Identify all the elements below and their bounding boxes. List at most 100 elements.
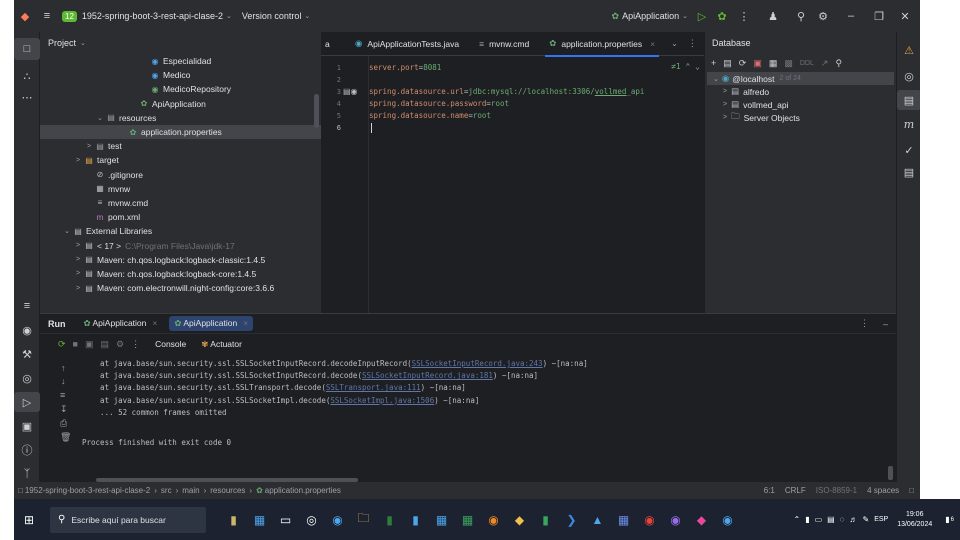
firefox-icon[interactable]: ◉: [482, 509, 505, 531]
scroll-down-icon[interactable]: ↓: [61, 376, 66, 386]
tree-item[interactable]: > ▤ test: [40, 139, 321, 153]
run-tool-icon[interactable]: ◎: [14, 368, 40, 388]
tree-item[interactable]: ≡ mvnw.cmd: [40, 196, 321, 210]
scroll-end-icon[interactable]: ↧: [60, 404, 68, 415]
source-link[interactable]: SSLSocketInputRecord.java:181: [362, 371, 493, 380]
tray-chevron-icon[interactable]: ⌃: [793, 515, 800, 524]
breadcrumb-item[interactable]: main: [182, 486, 199, 495]
git-tool-icon[interactable]: ᛉ: [14, 464, 40, 484]
office-icon[interactable]: ▮: [222, 509, 245, 531]
indent-setting[interactable]: 4 spaces: [867, 486, 899, 495]
search-icon[interactable]: ⚲: [790, 10, 812, 23]
chevron-right-icon[interactable]: >: [84, 143, 94, 150]
tree-item[interactable]: ◉ Especialidad: [40, 54, 321, 68]
network-icon[interactable]: ▤: [827, 515, 835, 524]
ddl-button[interactable]: DDL: [800, 60, 814, 67]
breadcrumb-item[interactable]: resources: [210, 486, 245, 495]
tree-item[interactable]: > ▤ Maven: ch.qos.logback:logback-core:1.4…: [40, 267, 321, 281]
tree-item[interactable]: ▦ mvnw: [40, 182, 321, 196]
mysql-workbench-icon[interactable]: ▲: [586, 509, 609, 531]
vscode-icon[interactable]: ❯: [560, 509, 583, 531]
table-icon[interactable]: ▦: [769, 58, 778, 69]
tree-item[interactable]: > ▤ < 17 > C:\Program Files\Java\jdk-17: [40, 238, 321, 252]
project-tool-icon[interactable]: □: [14, 38, 40, 60]
intellij-icon[interactable]: ◆: [690, 509, 713, 531]
tab-list-icon[interactable]: ⌄: [671, 39, 678, 48]
breadcrumb-item[interactable]: 1952-spring-boot-3-rest-api-clase-2: [25, 486, 150, 495]
rerun-icon[interactable]: ⟳: [58, 339, 66, 350]
language-indicator[interactable]: ESP: [874, 516, 888, 523]
tree-item[interactable]: ⌄ ▤ External Libraries: [40, 224, 321, 238]
coverage-tool-icon[interactable]: ✓: [897, 140, 920, 160]
clock[interactable]: 19:06 13/06/2024: [897, 510, 932, 530]
close-tab-icon[interactable]: ×: [650, 39, 655, 49]
refresh-icon[interactable]: ⟳: [739, 58, 747, 69]
battery-icon[interactable]: ▭: [815, 515, 823, 524]
db-schema-row[interactable]: > ▤ vollmed_api: [705, 98, 896, 111]
file-explorer-icon[interactable]: 🗀: [352, 509, 375, 531]
debug-icon[interactable]: ✿: [712, 10, 732, 23]
db-schema-row[interactable]: > ▤ alfredo: [705, 85, 896, 98]
file-encoding[interactable]: ISO-8859-1: [816, 486, 857, 495]
terminal-tool-icon[interactable]: ▣: [14, 416, 40, 436]
tab-mvnw-cmd[interactable]: ≡ mvnw.cmd: [469, 32, 539, 56]
chrome-like-icon[interactable]: ◎: [300, 509, 323, 531]
grid-icon[interactable]: ▩: [784, 58, 793, 69]
project-name[interactable]: 1952-spring-boot-3-rest-api-clase-2: [82, 11, 223, 21]
hide-panel-icon[interactable]: –: [883, 319, 888, 329]
settings-gear-icon[interactable]: ⚙: [812, 10, 834, 23]
tree-item[interactable]: > ▤ Maven: ch.qos.logback:logback-classic:…: [40, 253, 321, 267]
tray-app-icon[interactable]: ▮: [805, 515, 809, 524]
spreadsheet-icon[interactable]: ▮: [534, 509, 557, 531]
minimize-icon[interactable]: –: [834, 10, 868, 22]
console-tab[interactable]: Console: [155, 339, 186, 349]
tree-item[interactable]: > ▤ target: [40, 153, 321, 167]
stop-icon[interactable]: ▣: [753, 58, 762, 69]
taskbar-search-box[interactable]: ⚲ Escribe aquí para buscar: [50, 506, 206, 533]
photos-icon[interactable]: ▦: [430, 509, 453, 531]
inspection-widget[interactable]: ≠1 ⌃ ⌄: [671, 62, 700, 71]
structure-tool-icon[interactable]: ∴: [14, 65, 40, 87]
chevron-right-icon[interactable]: >: [73, 157, 83, 164]
tree-scrollbar[interactable]: [314, 94, 319, 128]
tree-item[interactable]: ◉ Medico: [40, 68, 321, 82]
caret-position[interactable]: 6:1: [764, 486, 775, 495]
widgets-icon[interactable]: ▦: [248, 509, 271, 531]
chevron-right-icon[interactable]: >: [73, 270, 83, 277]
vcs-menu[interactable]: Version control: [242, 11, 302, 21]
db-server-objects-row[interactable]: > 🗀 Server Objects: [705, 111, 896, 124]
maximize-icon[interactable]: ❐: [868, 10, 890, 23]
layout-icon[interactable]: ▤: [101, 339, 110, 350]
clear-icon[interactable]: 🗑: [60, 432, 71, 443]
camera-icon[interactable]: ▣: [85, 339, 94, 350]
tree-item[interactable]: > ▤ Maven: com.electronwill.night-config:c…: [40, 281, 321, 295]
filter-icon[interactable]: ⚲: [835, 58, 842, 69]
chrome-icon[interactable]: ◉: [638, 509, 661, 531]
wifi-icon[interactable]: ◌: [840, 515, 845, 524]
more-tools-icon[interactable]: ⋯: [14, 87, 40, 107]
settings-icon[interactable]: ⚙: [116, 339, 124, 350]
console-output[interactable]: at java.base/sun.security.ssl.SSLSocketI…: [82, 358, 886, 449]
source-link[interactable]: SSLSocketInputRecord.java:243: [412, 359, 543, 368]
notifications-icon[interactable]: ⚠: [897, 40, 920, 60]
chevron-down-icon[interactable]: ⌄: [95, 114, 105, 122]
chevron-right-icon[interactable]: >: [73, 242, 83, 249]
database-tool-icon[interactable]: ▤: [897, 90, 920, 110]
more-options-icon[interactable]: ⋮: [860, 318, 869, 329]
ide-app-icon[interactable]: ◉: [326, 509, 349, 531]
terminal-app-icon[interactable]: ▮: [378, 509, 401, 531]
run-tab-active[interactable]: ✿ ApiApplication ×: [169, 316, 254, 331]
run-config-selector[interactable]: ApiApplication: [622, 11, 679, 21]
extra-app-icon[interactable]: ◉: [716, 509, 739, 531]
line-separator[interactable]: CRLF: [785, 486, 806, 495]
browser-icon[interactable]: ◆: [508, 509, 531, 531]
actuator-tab[interactable]: ✾ Actuator: [201, 339, 242, 350]
add-icon[interactable]: +: [711, 58, 716, 68]
windows-start-icon[interactable]: ⊞: [14, 513, 44, 527]
notification-center[interactable]: ▮ 6: [945, 515, 954, 524]
source-link[interactable]: SSLSocketImpl.java:1506: [330, 396, 434, 405]
chevron-right-icon[interactable]: >: [73, 256, 83, 263]
breadcrumb-item[interactable]: src: [161, 486, 172, 495]
main-menu-icon[interactable]: ≡: [36, 10, 58, 22]
chevron-right-icon[interactable]: >: [73, 285, 83, 292]
